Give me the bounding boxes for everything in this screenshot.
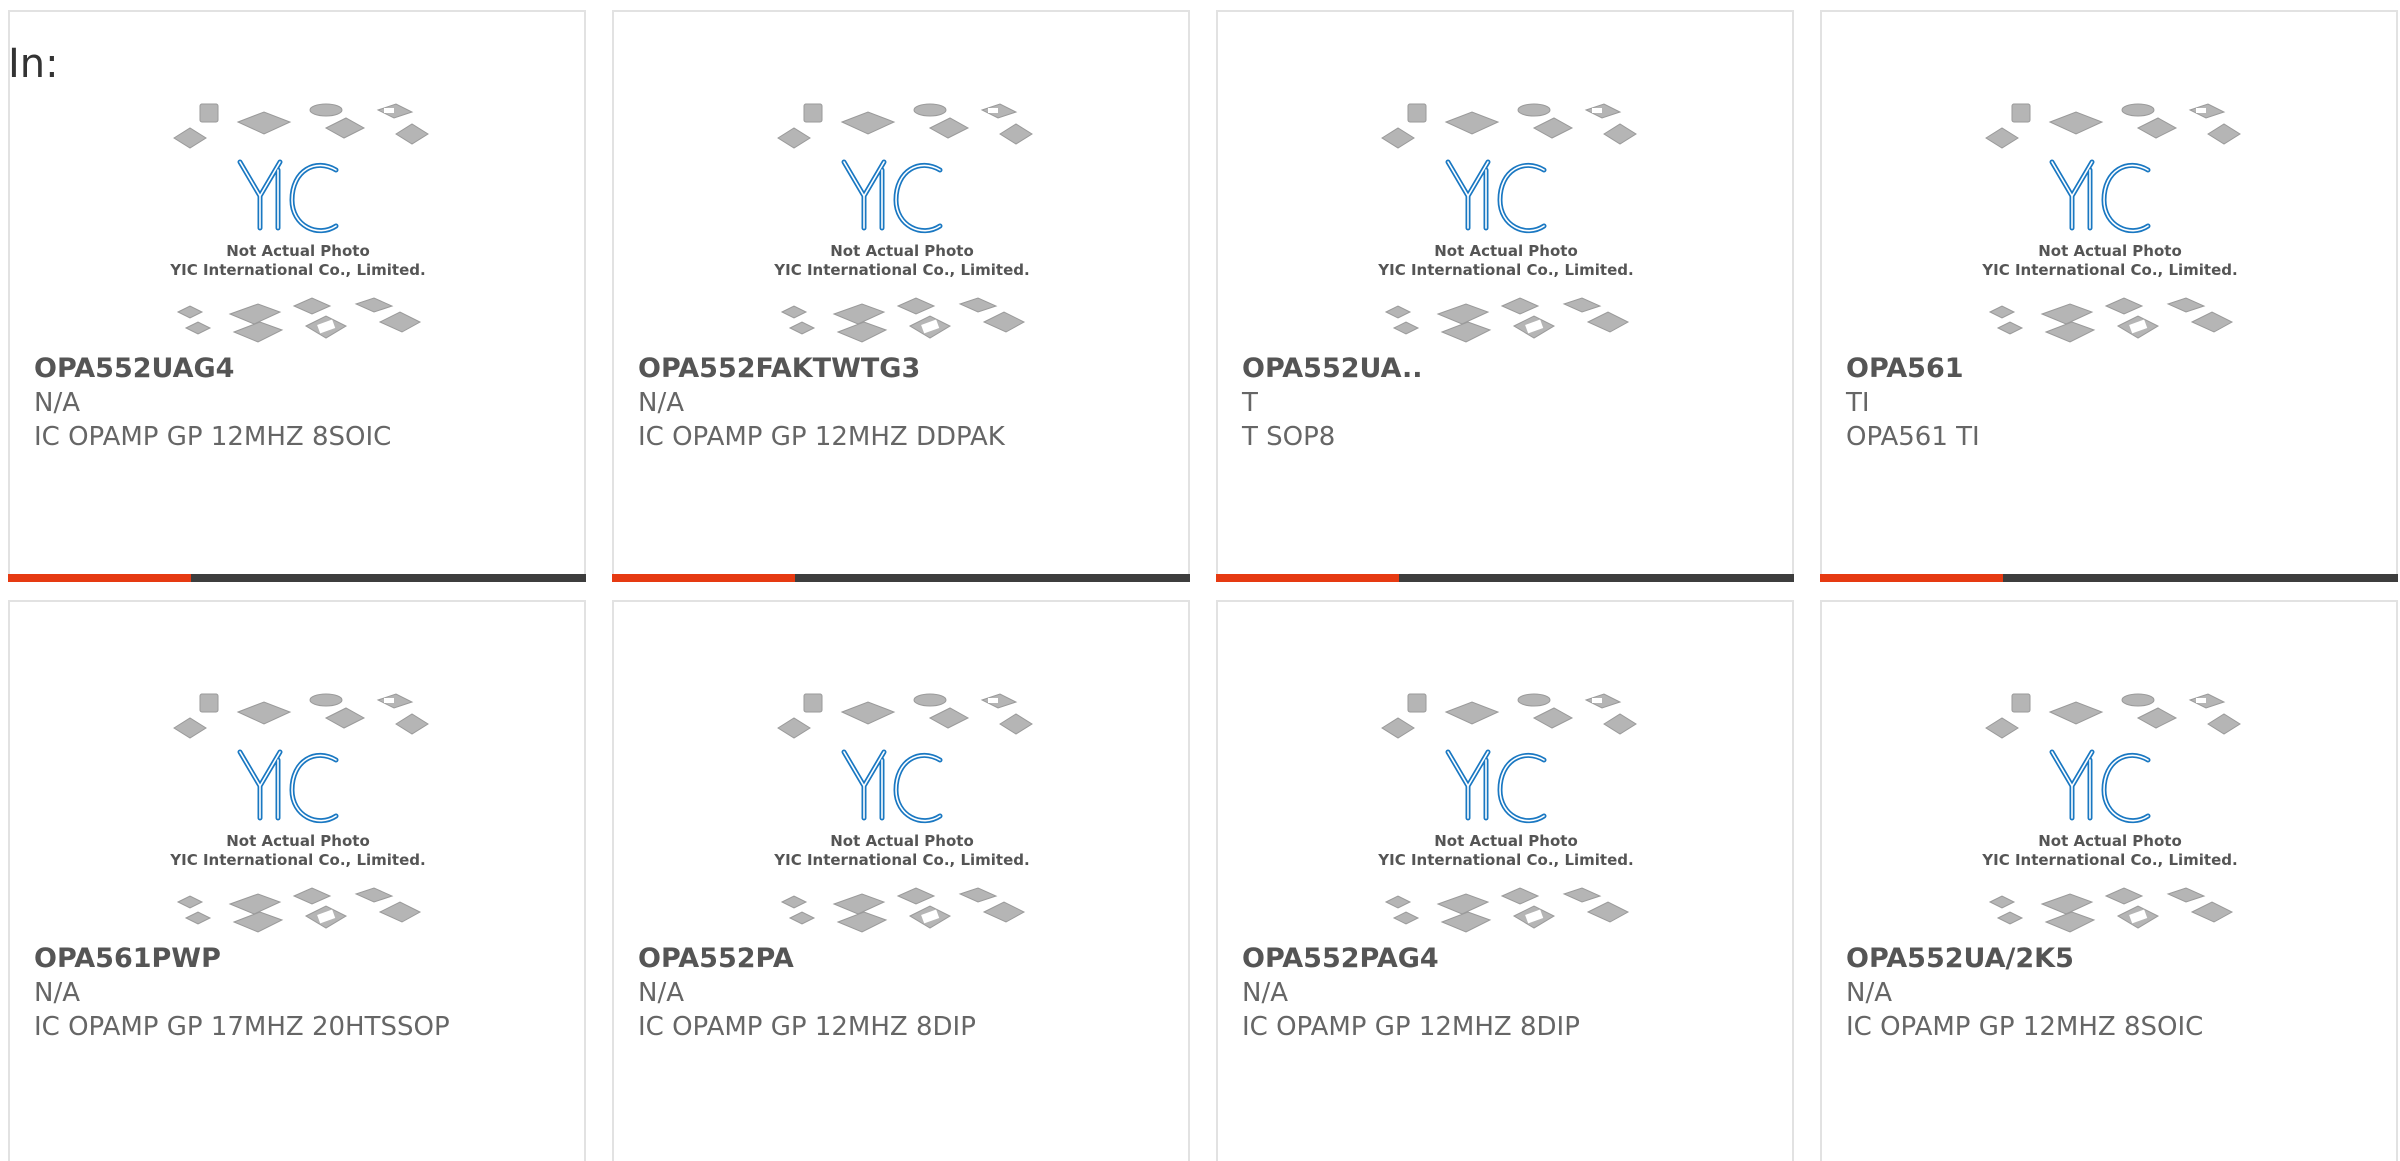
part-number-link[interactable]: OPA552UA.. — [1242, 352, 1776, 386]
product-card[interactable]: Not Actual Photo YIC International Co., … — [1820, 10, 2398, 582]
company-name-text: YIC International Co., Limited. — [1981, 261, 2237, 279]
product-image[interactable]: Not Actual Photo YIC International Co., … — [160, 690, 436, 936]
product-description: IC OPAMP GP 12MHZ 8DIP — [638, 1012, 976, 1042]
manufacturer: N/A — [638, 978, 684, 1008]
part-number-link[interactable]: OPA552FAKTWTG3 — [638, 352, 1172, 386]
product-info: OPA552FAKTWTG3 N/A IC OPAMP GP 12MHZ DDPAK — [638, 352, 1172, 454]
not-actual-photo-text: Not Actual Photo — [2038, 242, 2182, 260]
company-name-text: YIC International Co., Limited. — [773, 261, 1029, 279]
product-description: IC OPAMP GP 12MHZ DDPAK — [638, 422, 1005, 452]
manufacturer: TI — [1846, 388, 1870, 418]
product-grid-page: In: Not Actual Photo YIC International C… — [0, 0, 2400, 1161]
product-card[interactable]: Not Actual Photo YIC International Co., … — [1820, 600, 2398, 1161]
not-actual-photo-text: Not Actual Photo — [830, 242, 974, 260]
product-image[interactable]: Not Actual Photo YIC International Co., … — [160, 100, 436, 346]
card-accent-highlight — [612, 574, 795, 582]
manufacturer: N/A — [1242, 978, 1288, 1008]
product-info: OPA552UA/2K5 N/A IC OPAMP GP 12MHZ 8SOIC — [1846, 942, 2380, 1044]
card-accent-highlight — [8, 574, 191, 582]
product-card[interactable]: Not Actual Photo YIC International Co., … — [8, 10, 586, 582]
product-card[interactable]: Not Actual Photo YIC International Co., … — [612, 600, 1190, 1161]
part-number-link[interactable]: OPA552UA/2K5 — [1846, 942, 2380, 976]
product-description: IC OPAMP GP 12MHZ 8SOIC — [1846, 1012, 2204, 1042]
product-image[interactable]: Not Actual Photo YIC International Co., … — [1368, 690, 1644, 936]
product-image[interactable]: Not Actual Photo YIC International Co., … — [1972, 690, 2248, 936]
product-info: OPA552PA N/A IC OPAMP GP 12MHZ 8DIP — [638, 942, 1172, 1044]
not-actual-photo-text: Not Actual Photo — [1434, 242, 1578, 260]
product-card[interactable]: Not Actual Photo YIC International Co., … — [8, 600, 586, 1161]
card-accent-bar — [8, 574, 586, 582]
company-name-text: YIC International Co., Limited. — [773, 851, 1029, 869]
product-info: OPA561 TI OPA561 TI — [1846, 352, 2380, 454]
company-name-text: YIC International Co., Limited. — [1981, 851, 2237, 869]
company-name-text: YIC International Co., Limited. — [1377, 261, 1633, 279]
card-accent-bar — [612, 574, 1190, 582]
product-card[interactable]: Not Actual Photo YIC International Co., … — [1216, 600, 1794, 1161]
product-image[interactable]: Not Actual Photo YIC International Co., … — [764, 100, 1040, 346]
product-description: IC OPAMP GP 12MHZ 8SOIC — [34, 422, 392, 452]
product-card[interactable]: Not Actual Photo YIC International Co., … — [1216, 10, 1794, 582]
card-accent-highlight — [1820, 574, 2003, 582]
product-info: OPA561PWP N/A IC OPAMP GP 17MHZ 20HTSSOP — [34, 942, 568, 1044]
company-name-text: YIC International Co., Limited. — [1377, 851, 1633, 869]
not-actual-photo-text: Not Actual Photo — [226, 832, 370, 850]
part-number-link[interactable]: OPA552PAG4 — [1242, 942, 1776, 976]
product-info: OPA552UA.. T T SOP8 — [1242, 352, 1776, 454]
product-description: IC OPAMP GP 17MHZ 20HTSSOP — [34, 1012, 450, 1042]
not-actual-photo-text: Not Actual Photo — [1434, 832, 1578, 850]
part-number-link[interactable]: OPA561 — [1846, 352, 2380, 386]
in-label: In: — [8, 41, 59, 87]
part-number-link[interactable]: OPA552PA — [638, 942, 1172, 976]
product-description: IC OPAMP GP 12MHZ 8DIP — [1242, 1012, 1580, 1042]
card-accent-bar — [1216, 574, 1794, 582]
company-name-text: YIC International Co., Limited. — [169, 851, 425, 869]
product-image[interactable]: Not Actual Photo YIC International Co., … — [764, 690, 1040, 936]
card-accent-highlight — [1216, 574, 1399, 582]
card-accent-bar — [1820, 574, 2398, 582]
company-name-text: YIC International Co., Limited. — [169, 261, 425, 279]
not-actual-photo-text: Not Actual Photo — [830, 832, 974, 850]
product-info: OPA552UAG4 N/A IC OPAMP GP 12MHZ 8SOIC — [34, 352, 568, 454]
manufacturer: N/A — [34, 978, 80, 1008]
product-description: T SOP8 — [1242, 422, 1336, 452]
manufacturer: N/A — [34, 388, 80, 418]
manufacturer: N/A — [1846, 978, 1892, 1008]
product-description: OPA561 TI — [1846, 422, 1980, 452]
not-actual-photo-text: Not Actual Photo — [2038, 832, 2182, 850]
not-actual-photo-text: Not Actual Photo — [226, 242, 370, 260]
part-number-link[interactable]: OPA561PWP — [34, 942, 568, 976]
product-card[interactable]: Not Actual Photo YIC International Co., … — [612, 10, 1190, 582]
product-info: OPA552PAG4 N/A IC OPAMP GP 12MHZ 8DIP — [1242, 942, 1776, 1044]
part-number-link[interactable]: OPA552UAG4 — [34, 352, 568, 386]
product-image[interactable]: Not Actual Photo YIC International Co., … — [1368, 100, 1644, 346]
product-image[interactable]: Not Actual Photo YIC International Co., … — [1972, 100, 2248, 346]
manufacturer: N/A — [638, 388, 684, 418]
manufacturer: T — [1242, 388, 1258, 418]
